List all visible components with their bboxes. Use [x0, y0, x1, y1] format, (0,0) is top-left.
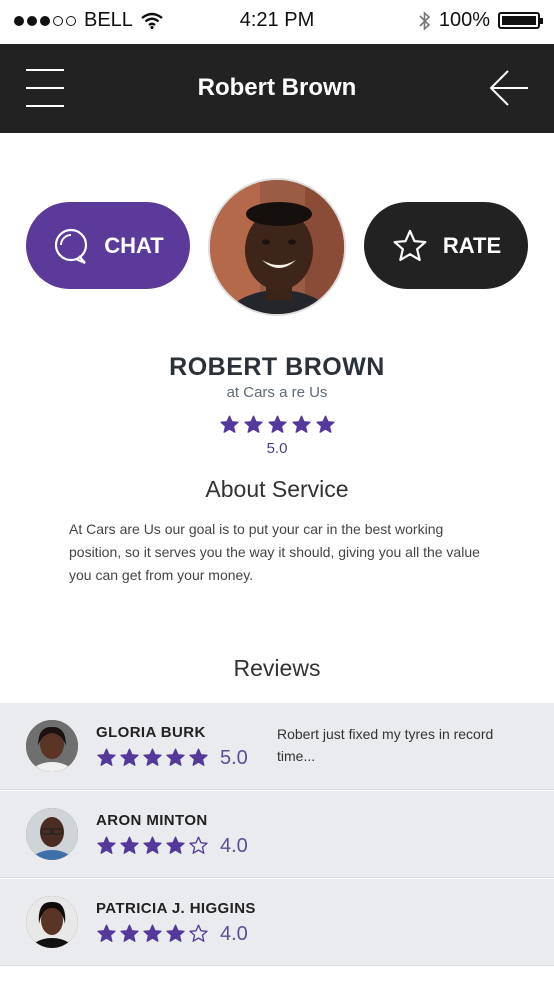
- bluetooth-icon: [419, 10, 431, 31]
- about-heading: About Service: [205, 476, 349, 502]
- star-filled-icon: [267, 415, 287, 433]
- star-empty-icon: [189, 836, 208, 854]
- review-score: 4.0: [220, 923, 248, 945]
- about-text: At Cars are Us our goal is to put your c…: [69, 521, 480, 583]
- star-filled-icon: [315, 415, 335, 433]
- profile-company: at Cars a re Us: [226, 384, 328, 401]
- review-item[interactable]: ARON MINTON 4.0: [0, 791, 554, 878]
- star-filled-icon: [143, 836, 162, 854]
- review-stars: [96, 747, 209, 768]
- review-stars: [96, 835, 209, 856]
- status-bar: BELL 4:21 PM 100%: [0, 0, 554, 44]
- chat-button[interactable]: CHAT: [26, 202, 190, 289]
- rate-button-label: RATE: [442, 232, 502, 258]
- star-filled-icon: [219, 415, 239, 433]
- star-filled-icon: [120, 748, 139, 766]
- star-filled-icon: [291, 415, 311, 433]
- reviewer-name: ARON MINTON: [96, 812, 208, 829]
- review-score: 4.0: [220, 835, 248, 857]
- profile-avatar: [208, 178, 346, 316]
- reviews-list: GLORIA BURK 5.0 Robert just fixed my tyr…: [0, 703, 554, 967]
- star-filled-icon: [166, 836, 185, 854]
- star-filled-icon: [97, 836, 116, 854]
- chat-button-label: CHAT: [104, 232, 164, 258]
- star-outline-icon: [393, 229, 427, 261]
- review-score: 5.0: [220, 747, 248, 769]
- star-filled-icon: [166, 748, 185, 766]
- reviewer-avatar: [26, 808, 78, 860]
- reviewer-name: GLORIA BURK: [96, 724, 206, 741]
- review-comment: Robert just fixed my tyres in record tim…: [277, 726, 494, 764]
- profile-rating-stars: [0, 414, 554, 435]
- star-filled-icon: [120, 924, 139, 942]
- reviewer-avatar: [26, 896, 78, 948]
- star-filled-icon: [120, 836, 139, 854]
- chat-bubble-icon: [55, 228, 88, 264]
- star-filled-icon: [189, 748, 208, 766]
- reviews-heading: Reviews: [233, 655, 321, 681]
- star-filled-icon: [166, 924, 185, 942]
- profile-photo: [210, 180, 344, 314]
- arrow-left-icon[interactable]: [488, 68, 530, 108]
- review-stars: [96, 923, 209, 944]
- review-item[interactable]: GLORIA BURK 5.0 Robert just fixed my tyr…: [0, 703, 554, 790]
- rate-button[interactable]: RATE: [364, 202, 528, 289]
- battery-icon: [498, 12, 543, 29]
- star-filled-icon: [143, 924, 162, 942]
- reviewer-avatar: [26, 720, 78, 772]
- nav-bar: Robert Brown: [0, 44, 554, 133]
- status-right: 100%: [419, 9, 543, 32]
- star-filled-icon: [97, 924, 116, 942]
- reviewer-name: PATRICIA J. HIGGINS: [96, 900, 256, 917]
- profile-rating-value: 5.0: [266, 440, 288, 457]
- battery-percent: 100%: [438, 9, 490, 31]
- star-filled-icon: [143, 748, 162, 766]
- star-empty-icon: [189, 924, 208, 942]
- page-title: Robert Brown: [197, 74, 357, 101]
- review-item[interactable]: PATRICIA J. HIGGINS 4.0: [0, 879, 554, 966]
- star-filled-icon: [243, 415, 263, 433]
- profile-name: ROBERT BROWN: [169, 353, 385, 381]
- star-filled-icon: [97, 748, 116, 766]
